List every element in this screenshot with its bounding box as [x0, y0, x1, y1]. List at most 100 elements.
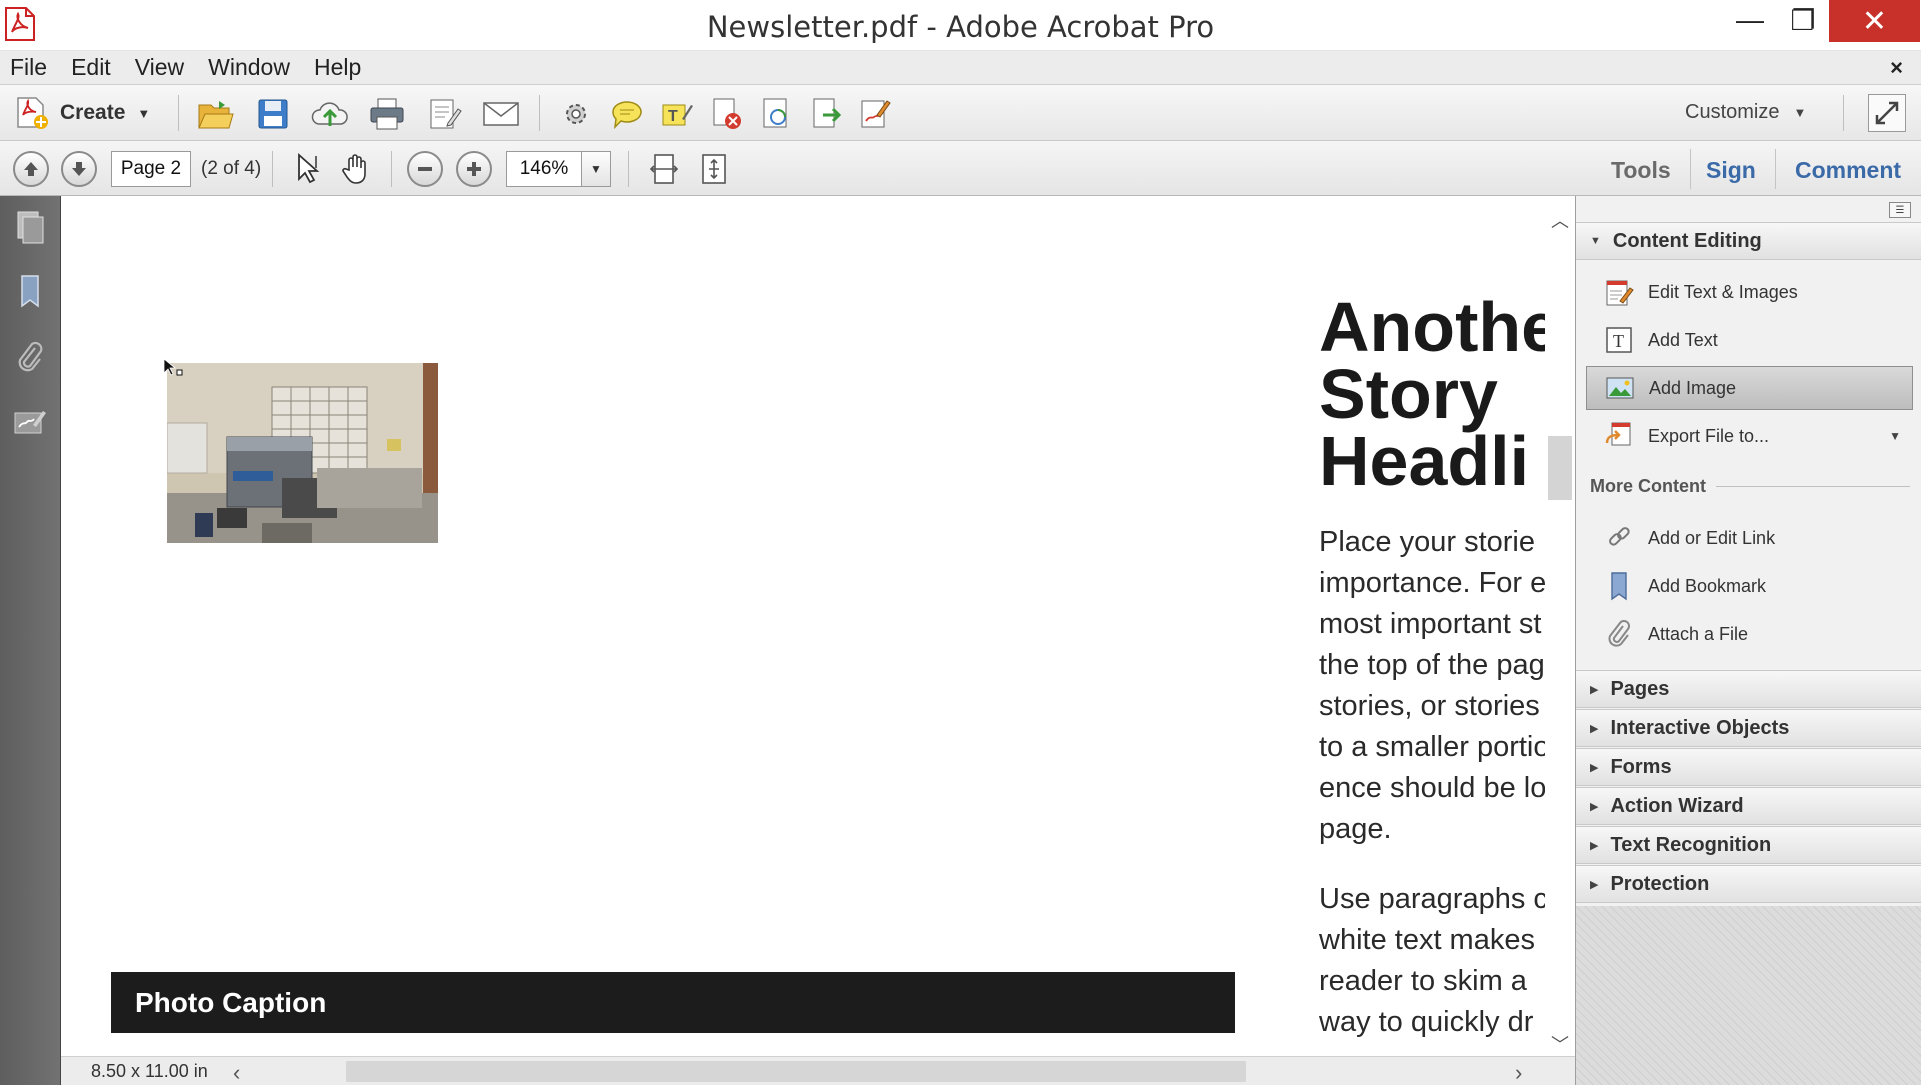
text-recognition-section-header[interactable]: ▶ Text Recognition — [1576, 826, 1921, 864]
menu-window[interactable]: Window — [198, 54, 304, 81]
print-icon[interactable] — [367, 94, 407, 134]
forms-section-header[interactable]: ▶ Forms — [1576, 748, 1921, 786]
close-document-button[interactable]: × — [1890, 55, 1903, 81]
zoom-level-input[interactable] — [506, 151, 582, 187]
scroll-up-button[interactable]: ︿ — [1545, 208, 1575, 232]
vertical-scroll-thumb[interactable] — [1548, 436, 1572, 500]
highlight-text-icon[interactable]: T — [657, 94, 697, 134]
scroll-right-button[interactable]: › — [1515, 1060, 1522, 1085]
add-image-icon — [1605, 373, 1635, 403]
horizontal-scroll-thumb[interactable] — [346, 1061, 1246, 1082]
scroll-down-button[interactable]: ﹀ — [1545, 1032, 1575, 1056]
tool-label: Add or Edit Link — [1648, 527, 1776, 548]
edit-text-images-tool[interactable]: Edit Text & Images — [1586, 270, 1913, 314]
delete-page-icon[interactable] — [707, 94, 747, 134]
page-thumbnails-icon[interactable] — [10, 208, 50, 248]
list-options-icon: ☰ — [1895, 204, 1905, 216]
document-view[interactable]: Anothe Story Headli Place your storie im… — [61, 196, 1545, 1056]
arrow-up-icon — [24, 162, 38, 176]
section-label: Pages — [1610, 677, 1670, 700]
upload-cloud-icon[interactable] — [310, 94, 350, 134]
next-page-button[interactable] — [61, 151, 97, 187]
minimize-button[interactable]: — — [1720, 0, 1780, 40]
full-screen-button[interactable] — [1868, 94, 1906, 132]
sign-document-icon[interactable] — [855, 94, 895, 134]
add-text-tool[interactable]: T Add Text — [1586, 318, 1913, 362]
section-label: Forms — [1610, 755, 1672, 778]
story-headline: Anothe Story Headli — [1319, 292, 1545, 500]
hand-tool-icon[interactable] — [336, 148, 376, 188]
signatures-icon[interactable] — [10, 402, 50, 442]
paragraph-line: Place your storie — [1319, 526, 1535, 558]
vertical-scrollbar[interactable]: ︿ ﹀ — [1545, 208, 1575, 1056]
paragraph-line: page. — [1319, 813, 1392, 845]
fit-width-icon[interactable] — [644, 149, 684, 189]
customize-dropdown[interactable]: Customize ▼ — [1685, 101, 1806, 124]
paragraph-line: reader to skim a — [1319, 965, 1527, 997]
document-photo-office[interactable] — [167, 363, 438, 543]
scroll-left-button[interactable]: ‹ — [233, 1060, 240, 1085]
paperclip-icon — [1604, 619, 1634, 649]
page-size-label: 8.50 x 11.00 in — [91, 1061, 208, 1081]
tools-pane-button[interactable]: Tools — [1611, 157, 1671, 184]
open-folder-icon[interactable] — [196, 94, 236, 134]
tool-label: Attach a File — [1648, 623, 1749, 644]
add-edit-link-tool[interactable]: Add or Edit Link — [1586, 516, 1913, 560]
zoom-in-button[interactable] — [456, 151, 492, 187]
content-editing-header[interactable]: ▼ Content Editing — [1576, 222, 1921, 260]
title-bar: Newsletter.pdf - Adobe Acrobat Pro — ❐ ✕ — [0, 0, 1921, 51]
collapsed-triangle-icon: ▶ — [1590, 683, 1599, 696]
add-text-icon: T — [1604, 325, 1634, 355]
bookmarks-icon[interactable] — [10, 272, 50, 312]
tool-label: Add Bookmark — [1648, 575, 1767, 596]
email-icon[interactable] — [481, 94, 521, 134]
protection-section-header[interactable]: ▶ Protection — [1576, 865, 1921, 903]
pages-section-header[interactable]: ▶ Pages — [1576, 670, 1921, 708]
attachments-icon[interactable] — [10, 338, 50, 378]
empty-pane-area — [1576, 906, 1921, 1085]
attach-file-tool[interactable]: Attach a File — [1586, 612, 1913, 656]
create-button[interactable]: Create ▼ — [14, 93, 150, 133]
menu-view[interactable]: View — [125, 54, 198, 81]
toolbar-separator — [628, 151, 629, 187]
headline-line: Headli — [1319, 422, 1530, 500]
page-number-input[interactable] — [111, 151, 191, 187]
maximize-button[interactable]: ❐ — [1772, 0, 1834, 40]
plus-icon — [467, 162, 481, 176]
add-bookmark-tool[interactable]: Add Bookmark — [1586, 564, 1913, 608]
menu-file[interactable]: File — [0, 54, 61, 81]
page-count-label: (2 of 4) — [201, 158, 262, 179]
collapsed-triangle-icon: ▶ — [1590, 839, 1599, 852]
navigation-panel — [0, 196, 61, 1085]
export-icon[interactable] — [807, 94, 847, 134]
comment-bubble-icon[interactable] — [607, 94, 647, 134]
story-paragraph-2: Use paragraphs c white text makes reader… — [1319, 879, 1545, 1043]
select-cursor-icon[interactable] — [288, 148, 328, 188]
fit-page-icon[interactable] — [694, 149, 734, 189]
pane-options-button[interactable]: ☰ — [1889, 202, 1911, 218]
edit-text-images-icon — [1604, 277, 1634, 307]
menu-help[interactable]: Help — [304, 54, 375, 81]
review-icon[interactable] — [757, 94, 797, 134]
settings-gear-icon[interactable] — [556, 94, 596, 134]
edit-document-icon[interactable] — [425, 94, 465, 134]
section-label: Text Recognition — [1610, 833, 1772, 856]
menu-edit[interactable]: Edit — [61, 54, 125, 81]
close-window-button[interactable]: ✕ — [1829, 0, 1920, 42]
window-title: Newsletter.pdf - Adobe Acrobat Pro — [706, 10, 1215, 44]
save-icon[interactable] — [253, 94, 293, 134]
action-wizard-section-header[interactable]: ▶ Action Wizard — [1576, 787, 1921, 825]
toolbar-separator — [539, 95, 540, 131]
sign-pane-button[interactable]: Sign — [1706, 157, 1756, 184]
export-file-tool[interactable]: Export File to... ▼ — [1586, 414, 1913, 458]
previous-page-button[interactable] — [13, 151, 49, 187]
comment-pane-button[interactable]: Comment — [1795, 157, 1901, 184]
pane-separator — [1690, 149, 1691, 189]
section-label: Action Wizard — [1610, 794, 1744, 817]
bookmark-icon — [1604, 571, 1634, 601]
chevron-down-icon: ﹀ — [1551, 1035, 1569, 1055]
zoom-dropdown-button[interactable]: ▼ — [581, 151, 611, 187]
add-image-tool[interactable]: Add Image — [1586, 366, 1913, 410]
zoom-out-button[interactable] — [407, 151, 443, 187]
interactive-objects-section-header[interactable]: ▶ Interactive Objects — [1576, 709, 1921, 747]
